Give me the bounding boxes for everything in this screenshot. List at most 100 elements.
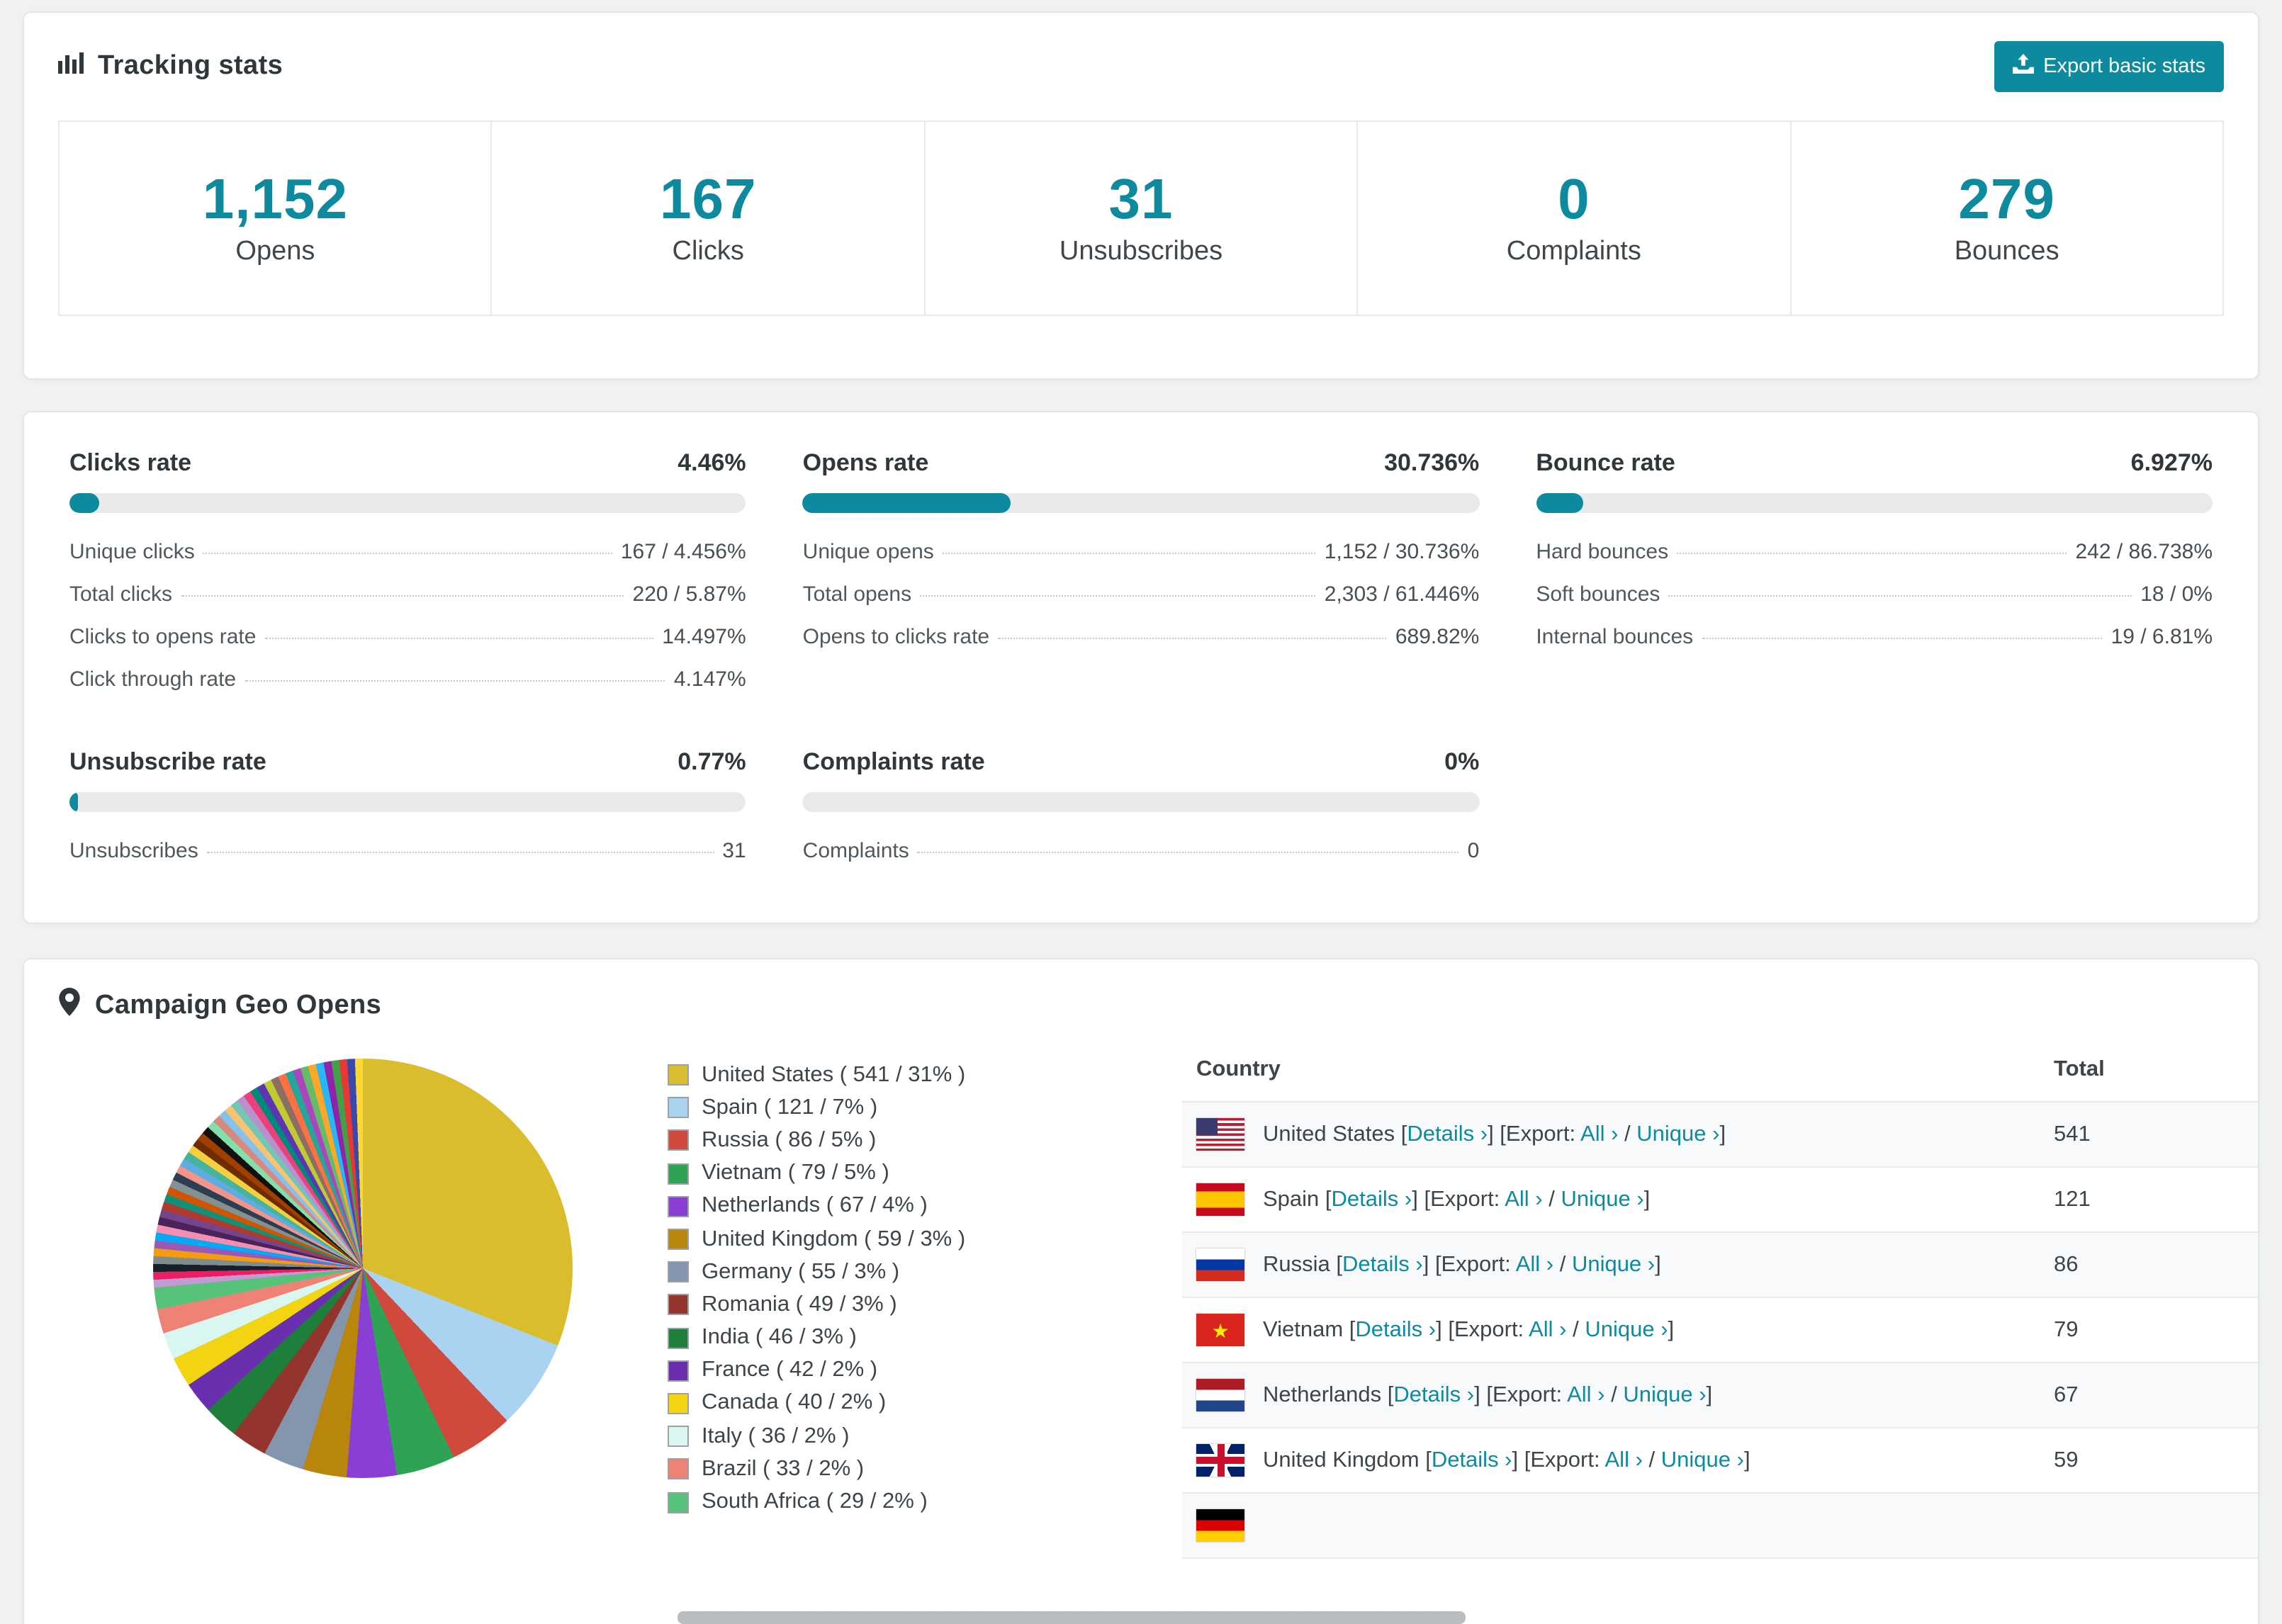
geo-pie-wrap: [58, 1039, 668, 1478]
legend-item[interactable]: South Africa ( 29 / 2% ): [668, 1486, 1142, 1518]
geo-body: United States ( 541 / 31% ) Spain ( 121 /…: [24, 1039, 2258, 1559]
legend-item[interactable]: Romania ( 49 / 3% ): [668, 1289, 1142, 1321]
rate-progress-bar: [802, 493, 1480, 513]
legend-item[interactable]: United States ( 541 / 31% ): [668, 1059, 1142, 1091]
legend-item[interactable]: Russia ( 86 / 5% ): [668, 1124, 1142, 1157]
legend-item[interactable]: India ( 46 / 3% ): [668, 1321, 1142, 1354]
geo-opens-header: Campaign Geo Opens: [24, 959, 2258, 1039]
metric-label: Opens to clicks rate: [802, 624, 990, 648]
rate-progress-bar: [69, 792, 746, 812]
stat-box-bounces: 279 Bounces: [1789, 120, 2225, 316]
metric-label: Complaints: [802, 838, 909, 862]
legend-swatch: [668, 1064, 689, 1086]
export-all-link[interactable]: All ›: [1516, 1252, 1553, 1276]
dotted-leader: [1677, 552, 2067, 553]
legend-swatch: [668, 1129, 689, 1151]
metric-row: Clicks to opens rate 14.497%: [69, 615, 746, 658]
export-all-link[interactable]: All ›: [1505, 1187, 1542, 1211]
metric-row: Unique clicks 167 / 4.456%: [69, 530, 746, 573]
metric-label: Hard bounces: [1536, 539, 1669, 563]
export-unique-link[interactable]: Unique ›: [1636, 1122, 1719, 1146]
details-link[interactable]: Details ›: [1332, 1187, 1412, 1211]
metric-label: Unique opens: [802, 539, 934, 563]
geo-table-row: Vietnam [Details ›] [Export: All › / Uni…: [1182, 1297, 2258, 1363]
dotted-leader: [206, 851, 714, 852]
total-cell: 59: [2040, 1428, 2258, 1494]
total-cell: [2040, 1493, 2258, 1559]
metric-row: Total opens 2,303 / 61.446%: [803, 573, 1480, 615]
legend-swatch: [668, 1426, 689, 1448]
country-name: United States [Details ›] [Export: All ›…: [1263, 1122, 1726, 1146]
rate-progress-bar: [1536, 493, 2213, 513]
legend-item[interactable]: Italy ( 36 / 2% ): [668, 1420, 1142, 1453]
details-link[interactable]: Details ›: [1393, 1382, 1474, 1406]
legend-label: France ( 42 / 2% ): [702, 1358, 878, 1382]
export-unique-link[interactable]: Unique ›: [1623, 1382, 1706, 1406]
legend-label: South Africa ( 29 / 2% ): [702, 1489, 928, 1514]
tracking-stats-header: Tracking stats Export basic stats: [24, 13, 2258, 112]
rate-title: Bounce rate: [1536, 449, 1675, 476]
metric-value: 1,152 / 30.736%: [1324, 539, 1480, 563]
metric-label: Unsubscribes: [69, 838, 198, 862]
bar-chart-icon: [58, 51, 84, 82]
geo-opens-title: Campaign Geo Opens: [58, 988, 381, 1025]
geo-opens-title-text: Campaign Geo Opens: [95, 991, 382, 1020]
export-unique-link[interactable]: Unique ›: [1585, 1317, 1668, 1341]
export-all-link[interactable]: All ›: [1567, 1382, 1604, 1406]
details-link[interactable]: Details ›: [1342, 1252, 1423, 1276]
legend-item[interactable]: Germany ( 55 / 3% ): [668, 1256, 1142, 1288]
export-unique-link[interactable]: Unique ›: [1561, 1187, 1643, 1211]
dotted-leader: [1702, 637, 2103, 638]
legend-label: Russia ( 86 / 5% ): [702, 1127, 877, 1152]
metric-label: Click through rate: [69, 667, 237, 691]
legend-item[interactable]: France ( 42 / 2% ): [668, 1354, 1142, 1387]
export-all-link[interactable]: All ›: [1529, 1317, 1566, 1341]
legend-item[interactable]: Vietnam ( 79 / 5% ): [668, 1157, 1142, 1190]
country-flag-nl: [1196, 1379, 1244, 1411]
horizontal-scrollbar-thumb[interactable]: [678, 1611, 1466, 1624]
stat-label: Bounces: [1954, 237, 2059, 266]
page: Tracking stats Export basic stats 1,152 O…: [0, 0, 2282, 1624]
legend-label: Brazil ( 33 / 2% ): [702, 1456, 865, 1481]
export-all-link[interactable]: All ›: [1580, 1122, 1618, 1146]
metric-label: Soft bounces: [1536, 582, 1660, 606]
details-link[interactable]: Details ›: [1407, 1122, 1488, 1146]
rate-value: 6.927%: [2130, 449, 2213, 476]
geo-table-row: Spain [Details ›] [Export: All › / Uniqu…: [1182, 1167, 2258, 1233]
country-flag-de: [1196, 1509, 1244, 1542]
rates-card: Clicks rate 4.46% Unique clicks 167 / 4.456…: [23, 411, 2259, 924]
legend-item[interactable]: Spain ( 121 / 7% ): [668, 1091, 1142, 1124]
total-cell: 67: [2040, 1363, 2258, 1428]
stat-value: 1,152: [202, 169, 348, 231]
stat-value: 167: [659, 169, 757, 231]
legend-item[interactable]: Canada ( 40 / 2% ): [668, 1387, 1142, 1420]
rate-block: Complaints rate 0% Complaints 0: [802, 748, 1480, 872]
rate-progress-fill: [802, 493, 1011, 513]
geo-table-row: [1182, 1493, 2258, 1559]
metric-value: 689.82%: [1395, 624, 1480, 648]
export-all-link[interactable]: All ›: [1605, 1448, 1643, 1472]
legend-swatch: [668, 1294, 689, 1316]
rate-block: Clicks rate 4.46% Unique clicks 167 / 4.456…: [69, 449, 746, 700]
export-button-label: Export basic stats: [2043, 55, 2205, 78]
stat-box-opens: 1,152 Opens: [58, 120, 493, 316]
geo-pie-chart[interactable]: [153, 1059, 573, 1478]
metric-value: 220 / 5.87%: [632, 582, 746, 606]
details-link[interactable]: Details ›: [1432, 1448, 1512, 1472]
export-unique-link[interactable]: Unique ›: [1661, 1448, 1744, 1472]
legend-label: Romania ( 49 / 3% ): [702, 1292, 897, 1316]
legend-item[interactable]: United Kingdom ( 59 / 3% ): [668, 1223, 1142, 1256]
dotted-leader: [942, 552, 1316, 553]
dotted-leader: [1668, 594, 2132, 596]
export-unique-link[interactable]: Unique ›: [1572, 1252, 1655, 1276]
details-link[interactable]: Details ›: [1355, 1317, 1436, 1341]
legend-item[interactable]: Netherlands ( 67 / 4% ): [668, 1190, 1142, 1223]
export-basic-stats-button[interactable]: Export basic stats: [1994, 41, 2224, 92]
tracking-stats-card: Tracking stats Export basic stats 1,152 O…: [23, 11, 2259, 380]
metric-value: 18 / 0%: [2140, 582, 2213, 606]
legend-item[interactable]: Brazil ( 33 / 2% ): [668, 1453, 1142, 1486]
metric-label: Total clicks: [69, 582, 173, 606]
country-name: Vietnam [Details ›] [Export: All › / Uni…: [1263, 1317, 1675, 1341]
metric-row: Internal bounces 19 / 6.81%: [1536, 615, 2213, 658]
rate-value: 0.77%: [678, 748, 746, 775]
